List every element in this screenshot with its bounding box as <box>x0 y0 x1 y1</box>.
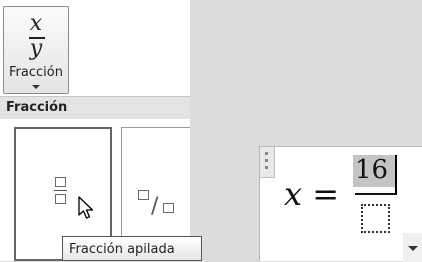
gallery-header-label: Fracción <box>6 100 68 115</box>
denominator-placeholder-icon <box>55 194 66 204</box>
slash-icon: / <box>151 194 159 219</box>
equation-lhs: x = <box>284 175 339 213</box>
fraction-numerator-glyph: x <box>29 11 43 36</box>
drag-handle-icon[interactable] <box>260 147 275 178</box>
fraction-denominator-glyph: y <box>29 36 43 61</box>
fraction-button[interactable]: x y Fracción <box>3 6 69 94</box>
fraction-line-icon <box>54 190 67 191</box>
denominator-placeholder-icon <box>163 203 174 213</box>
equation-variable: x <box>284 175 303 213</box>
numerator-placeholder-icon <box>55 177 66 187</box>
equals-sign: = <box>312 175 340 213</box>
equation-numerator[interactable]: 16 <box>355 153 388 187</box>
equation-options-button[interactable] <box>403 233 422 262</box>
tooltip: Fracción apilada <box>62 236 202 261</box>
numerator-placeholder-icon <box>138 190 149 200</box>
tooltip-text: Fracción apilada <box>69 242 175 257</box>
equation-editor[interactable]: x = 16 <box>259 146 422 262</box>
mouse-pointer-icon <box>78 196 94 219</box>
fraction-button-label: Fracción <box>9 65 63 80</box>
denominator-placeholder[interactable] <box>361 204 390 233</box>
text-caret <box>395 155 397 195</box>
chevron-down-icon <box>408 246 418 251</box>
gallery-header: Fracción <box>0 96 190 119</box>
equation-fraction-bar <box>355 193 397 195</box>
dropdown-arrow-icon <box>32 85 40 89</box>
